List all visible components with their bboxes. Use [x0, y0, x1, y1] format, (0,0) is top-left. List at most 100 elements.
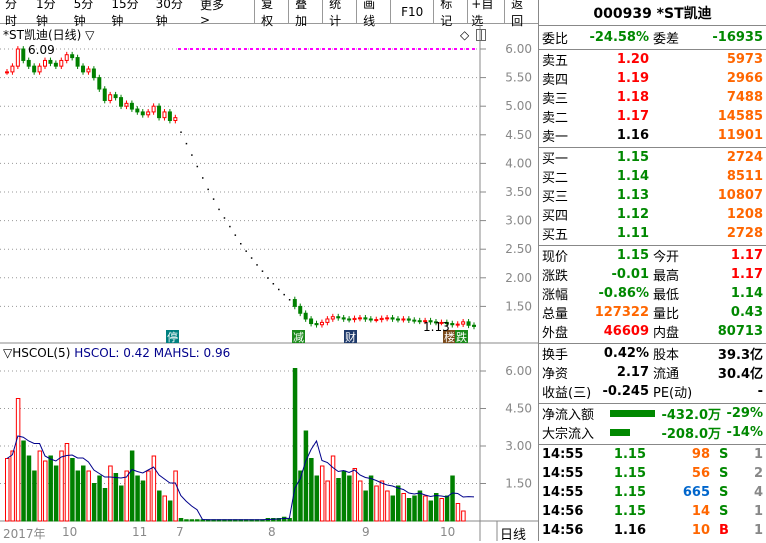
- volume-bar: [135, 475, 140, 522]
- volume-bar: [48, 455, 53, 522]
- candle: [180, 131, 182, 133]
- candle-body: [298, 305, 303, 314]
- volume-bar: [108, 465, 113, 522]
- candle-body: [59, 59, 64, 67]
- candle-body: [336, 316, 341, 319]
- trade-ticks: 14:55 1.15 98 S 1 14:55 1.15 56 S 2 14:55 1.15 665 S 4…: [539, 444, 766, 540]
- ask-row[interactable]: 卖二 1.17 14585: [539, 107, 766, 126]
- stat-value: -0.01: [611, 267, 649, 282]
- stat-row[interactable]: 现价 1.15 今开 1.17: [539, 246, 766, 265]
- volume-bar: [189, 519, 195, 522]
- ask-row[interactable]: 卖三 1.18 7488: [539, 88, 766, 107]
- mahsl-value: MAHSL: 0.96: [153, 346, 231, 360]
- volume-bar: [157, 490, 162, 522]
- tick-time: 14:55: [542, 466, 584, 481]
- stat-label: 外盘: [542, 326, 569, 341]
- fund-row[interactable]: 收益(三) -0.245 PE(动) -: [539, 382, 766, 401]
- stat-value: 80713: [717, 324, 763, 339]
- volume-bar: [26, 455, 32, 522]
- level-label: 买三: [542, 190, 569, 205]
- candle-body: [406, 318, 411, 321]
- stat-row[interactable]: 涨幅 -0.86% 最低 1.14: [539, 284, 766, 303]
- tick-row[interactable]: 14:55 1.15 665 S 4: [539, 483, 766, 502]
- bid-row[interactable]: 买四 1.12 1208: [539, 205, 766, 224]
- volume-bar: [113, 473, 119, 522]
- volume-bar: [309, 458, 314, 522]
- volume-bar: [303, 430, 309, 522]
- bid-row[interactable]: 买一 1.15 2724: [539, 148, 766, 167]
- tick-row[interactable]: 14:56 1.16 10 B 1: [539, 521, 766, 540]
- ask-row[interactable]: 卖四 1.19 2966: [539, 69, 766, 88]
- indicator-title[interactable]: ▽HSCOL(5) HSCOL: 0.42 MAHSL: 0.96: [3, 346, 230, 360]
- date-label: 10: [440, 525, 456, 539]
- volume-bar: [287, 518, 292, 522]
- panel-icon[interactable]: [476, 29, 486, 41]
- volume-bar: [428, 500, 434, 522]
- volume-bar: [10, 450, 15, 522]
- fund-row[interactable]: 净资 2.17 流通 30.4亿: [539, 363, 766, 382]
- price-tick-label: 2.00: [505, 271, 532, 285]
- stat-value: -0.86%: [598, 286, 650, 301]
- event-marker-label: 停: [167, 330, 178, 344]
- volume-bar: [178, 518, 184, 522]
- stat-row[interactable]: 外盘 46609 内盘 80713: [539, 322, 766, 341]
- candle-body: [124, 102, 129, 107]
- tick-row[interactable]: 14:55 1.15 98 S 1: [539, 445, 766, 464]
- fund-row[interactable]: 换手 0.42% 股本 39.3亿: [539, 344, 766, 363]
- stat-row[interactable]: 总量 127322 量比 0.43: [539, 303, 766, 322]
- stat-row[interactable]: 涨跌 -0.01 最高 1.17: [539, 265, 766, 284]
- candle-body: [374, 319, 379, 322]
- tick-row[interactable]: 14:55 1.15 56 S 2: [539, 464, 766, 483]
- flow-row[interactable]: 大宗流入 -208.0万 -14%: [539, 423, 766, 442]
- flow-row[interactable]: 净流入额 -432.0万 -29%: [539, 404, 766, 423]
- volume-bar: [352, 468, 358, 522]
- tick-count: 1: [753, 523, 763, 538]
- volume-bar: [319, 465, 325, 522]
- candle: [234, 234, 237, 236]
- flow-bar: [610, 429, 630, 436]
- price-tick-label: 4.50: [505, 128, 532, 142]
- volume-bar: [363, 490, 368, 522]
- tick-time: 14:55: [542, 485, 584, 500]
- price-tick-label: 6.00: [505, 42, 532, 56]
- period-label[interactable]: 日线: [500, 524, 526, 543]
- ask-volume: 5973: [726, 52, 763, 67]
- candle-body: [26, 59, 31, 67]
- price-tick-label: 3.50: [505, 185, 532, 199]
- ask-row[interactable]: 卖五 1.20 5973: [539, 50, 766, 69]
- bid-row[interactable]: 买三 1.13 10807: [539, 186, 766, 205]
- candle-body: [81, 65, 86, 73]
- tick-side: S: [719, 447, 729, 462]
- stat-value: 127322: [594, 305, 649, 320]
- volume-bar: [423, 495, 428, 522]
- candle-body: [461, 321, 466, 325]
- kline-chart[interactable]: 6.00 5.50 5.00 4.50 4.00 3.50 3.00 2.50 2.00 1.50…: [0, 0, 538, 541]
- bid-row[interactable]: 买五 1.11 2728: [539, 224, 766, 243]
- volume-bar: [195, 519, 200, 522]
- bid-volume: 1208: [726, 207, 763, 222]
- bid-row[interactable]: 买二 1.14 8511: [539, 167, 766, 186]
- date-label: 2017年: [3, 527, 46, 541]
- ask-row[interactable]: 卖一 1.16 11901: [539, 126, 766, 145]
- price-tick-label: 5.00: [505, 99, 532, 113]
- volume-bar: [81, 465, 86, 522]
- last-price-label: 1.13: [423, 320, 450, 334]
- fund-value: 30.4亿: [717, 367, 763, 382]
- candle: [191, 154, 193, 156]
- candle-body: [314, 323, 319, 326]
- candle: [207, 188, 209, 191]
- tick-count: 2: [753, 466, 763, 481]
- price-tick-label: 3.00: [505, 214, 532, 228]
- candle-body: [401, 318, 406, 321]
- stock-code-name: 000939 *ST凯迪: [539, 0, 766, 26]
- volume-bar: [292, 368, 298, 522]
- volume-bar: [43, 460, 48, 522]
- volume-bar: [15, 398, 21, 522]
- candle-body: [53, 62, 58, 67]
- tick-row[interactable]: 14:56 1.15 14 S 1: [539, 502, 766, 521]
- diamond-icon[interactable]: ◇: [460, 28, 469, 42]
- candle-body: [173, 117, 178, 121]
- chart-title[interactable]: *ST凯迪(日线) ▽: [3, 26, 94, 43]
- volume-bar: [37, 450, 43, 522]
- tick-side: S: [719, 485, 729, 500]
